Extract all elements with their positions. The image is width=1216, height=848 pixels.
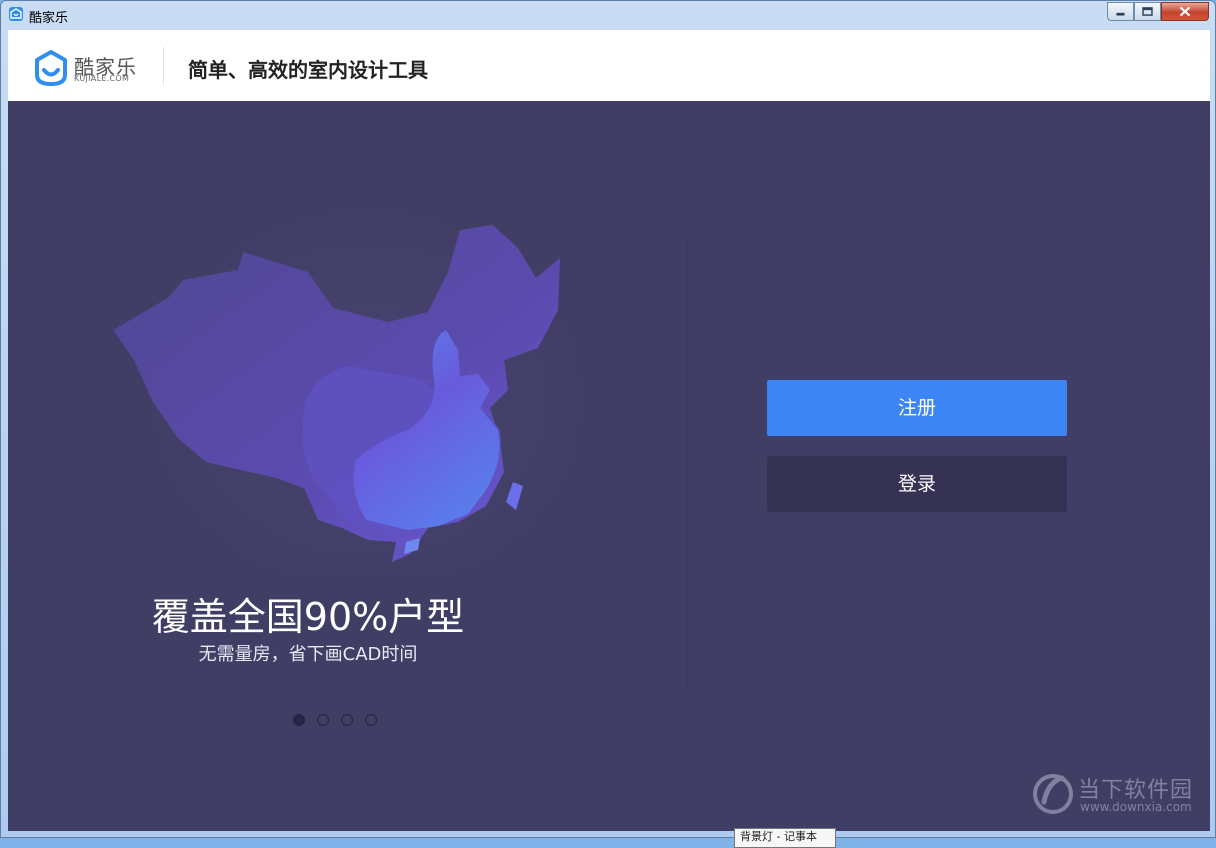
header-divider <box>163 47 164 85</box>
watermark-url: www.downxia.com <box>1080 800 1192 814</box>
carousel-dot-2[interactable] <box>317 714 329 726</box>
carousel-dot-1[interactable] <box>293 714 305 726</box>
watermark: 当下软件园 www.downxia.com <box>1030 768 1210 820</box>
watermark-logo-icon <box>1033 774 1073 814</box>
china-map-illustration <box>108 190 578 570</box>
carousel-subtitle: 无需量房，省下画CAD时间 <box>198 644 418 665</box>
app-icon <box>9 7 23 21</box>
house-smile-icon <box>35 50 67 86</box>
carousel-dot-3[interactable] <box>341 714 353 726</box>
carousel-title: 覆盖全国90%户型 <box>151 595 465 639</box>
app-content: 酷家乐 KUJIALE.COM 简单、高效的室内设计工具 覆盖全国90%户型 无… <box>8 30 1210 831</box>
app-window: 酷家乐 酷家乐 KUJIALE.COM 简单、高效的室内设计工具 覆盖全国90%… <box>0 0 1216 838</box>
register-button[interactable]: 注册 <box>767 380 1067 436</box>
header-slogan: 简单、高效的室内设计工具 <box>188 58 428 82</box>
maximize-icon <box>1142 7 1153 16</box>
logo-subtext: KUJIALE.COM <box>74 74 130 83</box>
logo: 酷家乐 KUJIALE.COM <box>32 49 142 86</box>
minimize-icon <box>1116 12 1125 16</box>
login-button[interactable]: 登录 <box>767 456 1067 512</box>
close-button[interactable] <box>1161 2 1209 21</box>
taskbar-tooltip: 背景灯 - 记事本 <box>734 828 836 848</box>
window-title: 酷家乐 <box>29 11 69 26</box>
maximize-button[interactable] <box>1134 2 1161 21</box>
close-icon <box>1179 6 1191 17</box>
panel-divider <box>686 240 687 690</box>
minimize-button[interactable] <box>1107 2 1134 21</box>
app-header: 酷家乐 KUJIALE.COM 简单、高效的室内设计工具 <box>8 30 1210 101</box>
title-bar[interactable]: 酷家乐 <box>1 1 1215 29</box>
carousel-dot-4[interactable] <box>365 714 377 726</box>
